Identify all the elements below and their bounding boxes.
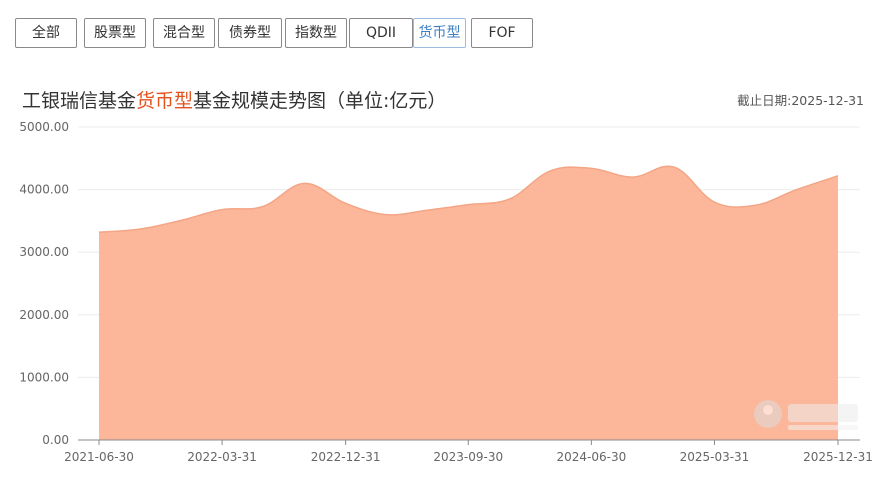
x-tick-label: 2024-06-30 <box>556 450 626 464</box>
x-tick-label: 2022-03-31 <box>187 450 257 464</box>
x-tick-label: 2021-06-30 <box>64 450 134 464</box>
area-fill <box>99 166 838 441</box>
x-tick-label: 2025-03-31 <box>680 450 750 464</box>
y-tick-label: 1000.00 <box>19 370 69 384</box>
x-tick-label: 2022-12-31 <box>311 450 381 464</box>
y-tick-label: 4000.00 <box>19 183 69 197</box>
y-tick-label: 3000.00 <box>19 245 69 259</box>
y-tick-label: 2000.00 <box>19 308 69 322</box>
x-tick-label: 2023-09-30 <box>433 450 503 464</box>
x-tick-label: 2025-12-31 <box>803 450 873 464</box>
y-tick-label: 5000.00 <box>19 120 69 134</box>
watermark-logo <box>752 398 862 438</box>
y-tick-label: 0.00 <box>42 433 69 447</box>
